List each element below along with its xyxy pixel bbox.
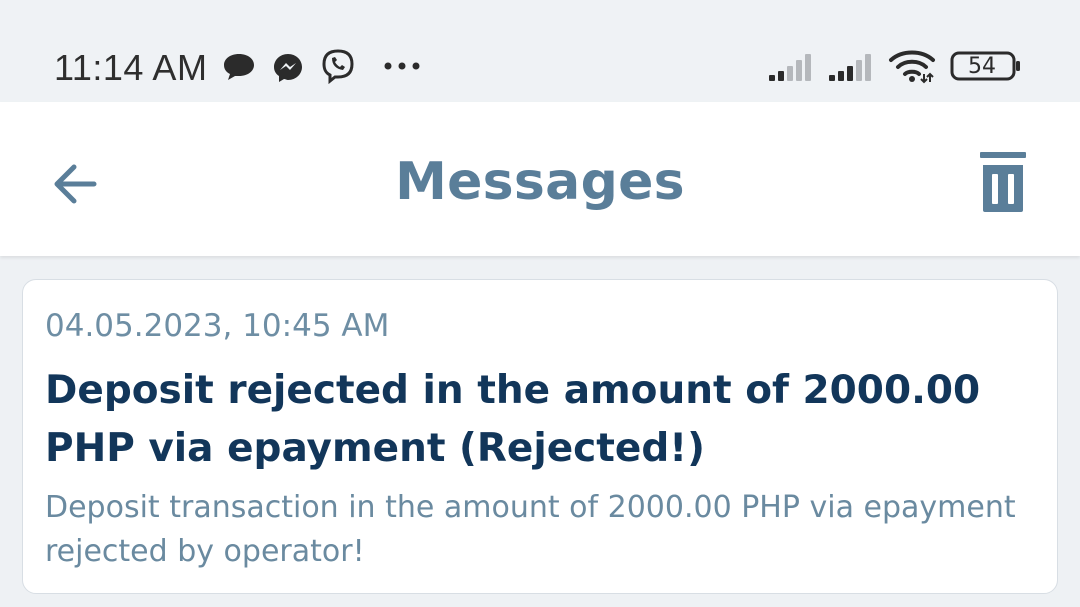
chat-bubble-icon [224, 54, 254, 80]
battery-level: 54 [968, 54, 996, 79]
status-bar: 11:14 AM 54 [0, 0, 1080, 102]
signal-icon [769, 54, 811, 81]
viber-icon [322, 49, 354, 84]
status-time: 11:14 AM [54, 47, 208, 88]
trash-icon [980, 152, 1026, 212]
signal-icon [829, 54, 871, 81]
message-card[interactable]: 04.05.2023, 10:45 AM Deposit rejected in… [22, 279, 1058, 594]
message-body: Deposit transaction in the amount of 200… [45, 490, 1016, 569]
app-bar: Messages [0, 102, 1080, 256]
more-dots-icon [384, 62, 420, 70]
message-title: Deposit rejected in the amount of 2000.0… [45, 368, 981, 471]
wifi-icon [889, 50, 935, 84]
message-date: 04.05.2023, 10:45 AM [45, 308, 390, 344]
messenger-icon [274, 54, 302, 82]
page-title: Messages [395, 152, 685, 212]
delete-all-button[interactable] [966, 146, 1040, 222]
